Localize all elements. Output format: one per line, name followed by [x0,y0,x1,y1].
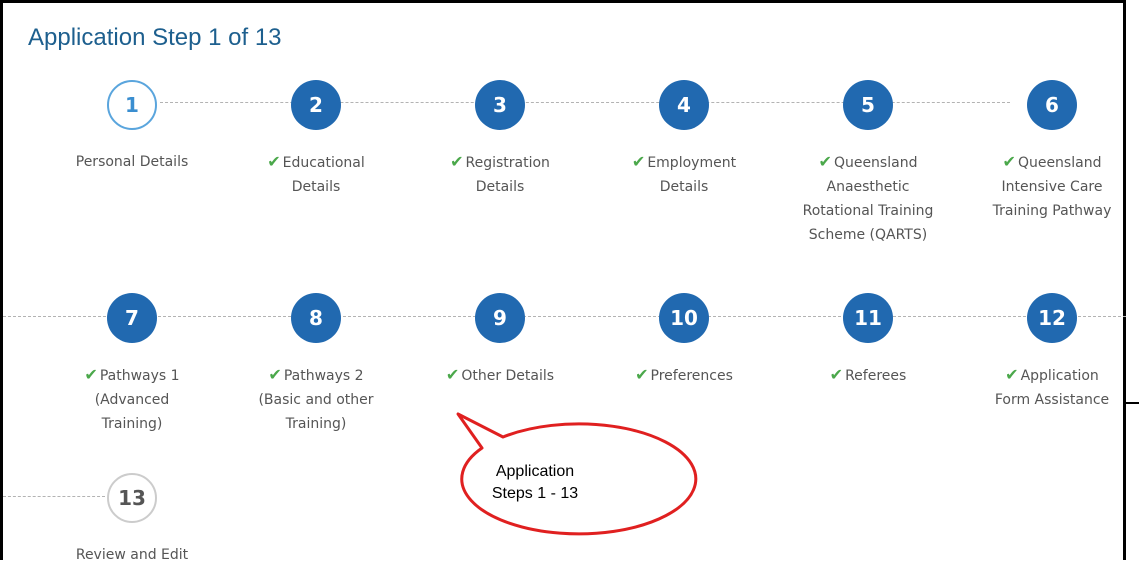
checkmark-icon: ✔ [829,365,844,384]
step-number-circle[interactable]: 7 [107,293,157,343]
step-label-line: Referees [845,368,907,384]
page-title: Application Step 1 of 13 [28,24,282,51]
step-label-line: Training) [101,416,163,432]
step-label-line: Training) [285,416,347,432]
step-label-line: Details [291,179,341,195]
step-label-line: Personal Details [75,154,189,170]
step-number-circle[interactable]: 1 [107,80,157,130]
step-label: ✔ Pathways 2 (Basic and other Training) [241,363,391,436]
checkmark-icon: ✔ [1002,152,1016,171]
step-label: ✔ Preferences [609,363,759,388]
step-label-line: Application [1020,368,1099,384]
step-label-line: (Basic and other [258,392,374,408]
step-number-circle[interactable]: 6 [1027,80,1077,130]
step-8[interactable]: 8 ✔ Pathways 2 (Basic and other Training) [241,293,391,436]
step-2[interactable]: 2 ✔ Educational Details [241,80,391,199]
step-label-line: Queensland [1017,155,1102,171]
step-5[interactable]: 5 ✔ Queensland Anaesthetic Rotational Traini… [793,80,943,247]
step-3[interactable]: 3 ✔ Registration Details [425,80,575,199]
step-label-line: Pathways 2 [283,368,364,384]
step-10[interactable]: 10 ✔ Preferences [609,293,759,388]
step-label: ✔ Queensland Intensive Care Training Pathwa… [977,150,1127,223]
step-label-line: Details [659,179,709,195]
callout-text: Application Steps 1 - 13 [465,461,605,505]
step-label-line: Registration [465,155,550,171]
step-7[interactable]: 7 ✔ Pathways 1 (Advanced Training) [57,293,207,436]
step-label-line: Anaesthetic [826,179,910,195]
step-label-line: Scheme (QARTS) [808,227,928,243]
step-label-line: Rotational Training [802,203,934,219]
step-label-line: Training Pathway [992,203,1112,219]
step-number-circle[interactable]: 11 [843,293,893,343]
step-label: ✔ Other Details [425,363,575,388]
checkmark-icon: ✔ [1005,365,1019,384]
checkmark-icon: ✔ [268,365,282,384]
checkmark-icon: ✔ [635,365,649,384]
step-label: ✔ Referees [793,363,943,388]
step-label: ✔ Queensland Anaesthetic Rotational Trainin… [793,150,943,247]
step-label: ✔ Registration Details [425,150,575,199]
step-number-circle[interactable]: 3 [475,80,525,130]
step-label: ✔ Employment Details [609,150,759,199]
step-6[interactable]: 6 ✔ Queensland Intensive Care Training Pathw… [977,80,1127,223]
step-label-line: Employment [647,155,737,171]
checkmark-icon: ✔ [267,152,281,171]
step-number-circle[interactable]: 8 [291,293,341,343]
checkmark-icon: ✔ [450,152,464,171]
step-label: Review and Edit [57,543,207,567]
step-label: Personal Details [57,150,207,174]
step-label-line: Other Details [461,368,555,384]
step-label-line: (Advanced [94,392,170,408]
step-11[interactable]: 11 ✔ Referees [793,293,943,388]
step-label-line: Form Assistance [994,392,1110,408]
step-label-line: Preferences [650,368,733,384]
step-4[interactable]: 4 ✔ Employment Details [609,80,759,199]
step-label: ✔ Pathways 1 (Advanced Training) [57,363,207,436]
checkmark-icon: ✔ [445,365,460,384]
step-label-line: Queensland [833,155,918,171]
step-label-line: Intensive Care [1001,179,1103,195]
checkmark-icon: ✔ [818,152,832,171]
step-label-line: Pathways 1 [99,368,180,384]
step-label-line: Details [475,179,525,195]
step-label: ✔ Educational Details [241,150,391,199]
step-number-circle[interactable]: 2 [291,80,341,130]
callout-line-2: Steps 1 - 13 [491,485,579,502]
step-number-circle[interactable]: 4 [659,80,709,130]
step-number-circle[interactable]: 13 [107,473,157,523]
step-13[interactable]: 13 Review and Edit [57,473,207,567]
step-9[interactable]: 9 ✔ Other Details [425,293,575,388]
step-number-circle[interactable]: 12 [1027,293,1077,343]
step-12[interactable]: 12 ✔ Application Form Assistance [977,293,1127,412]
step-label-line: Review and Edit [75,547,189,563]
frame-edge-line [1126,402,1139,404]
step-number-circle[interactable]: 5 [843,80,893,130]
step-1[interactable]: 1 Personal Details [57,80,207,174]
step-number-circle[interactable]: 9 [475,293,525,343]
checkmark-icon: ✔ [631,152,646,171]
callout-line-1: Application [495,463,575,480]
step-number-circle[interactable]: 10 [659,293,709,343]
step-label: ✔ Application Form Assistance [977,363,1127,412]
checkmark-icon: ✔ [84,365,98,384]
step-label-line: Educational [282,155,365,171]
